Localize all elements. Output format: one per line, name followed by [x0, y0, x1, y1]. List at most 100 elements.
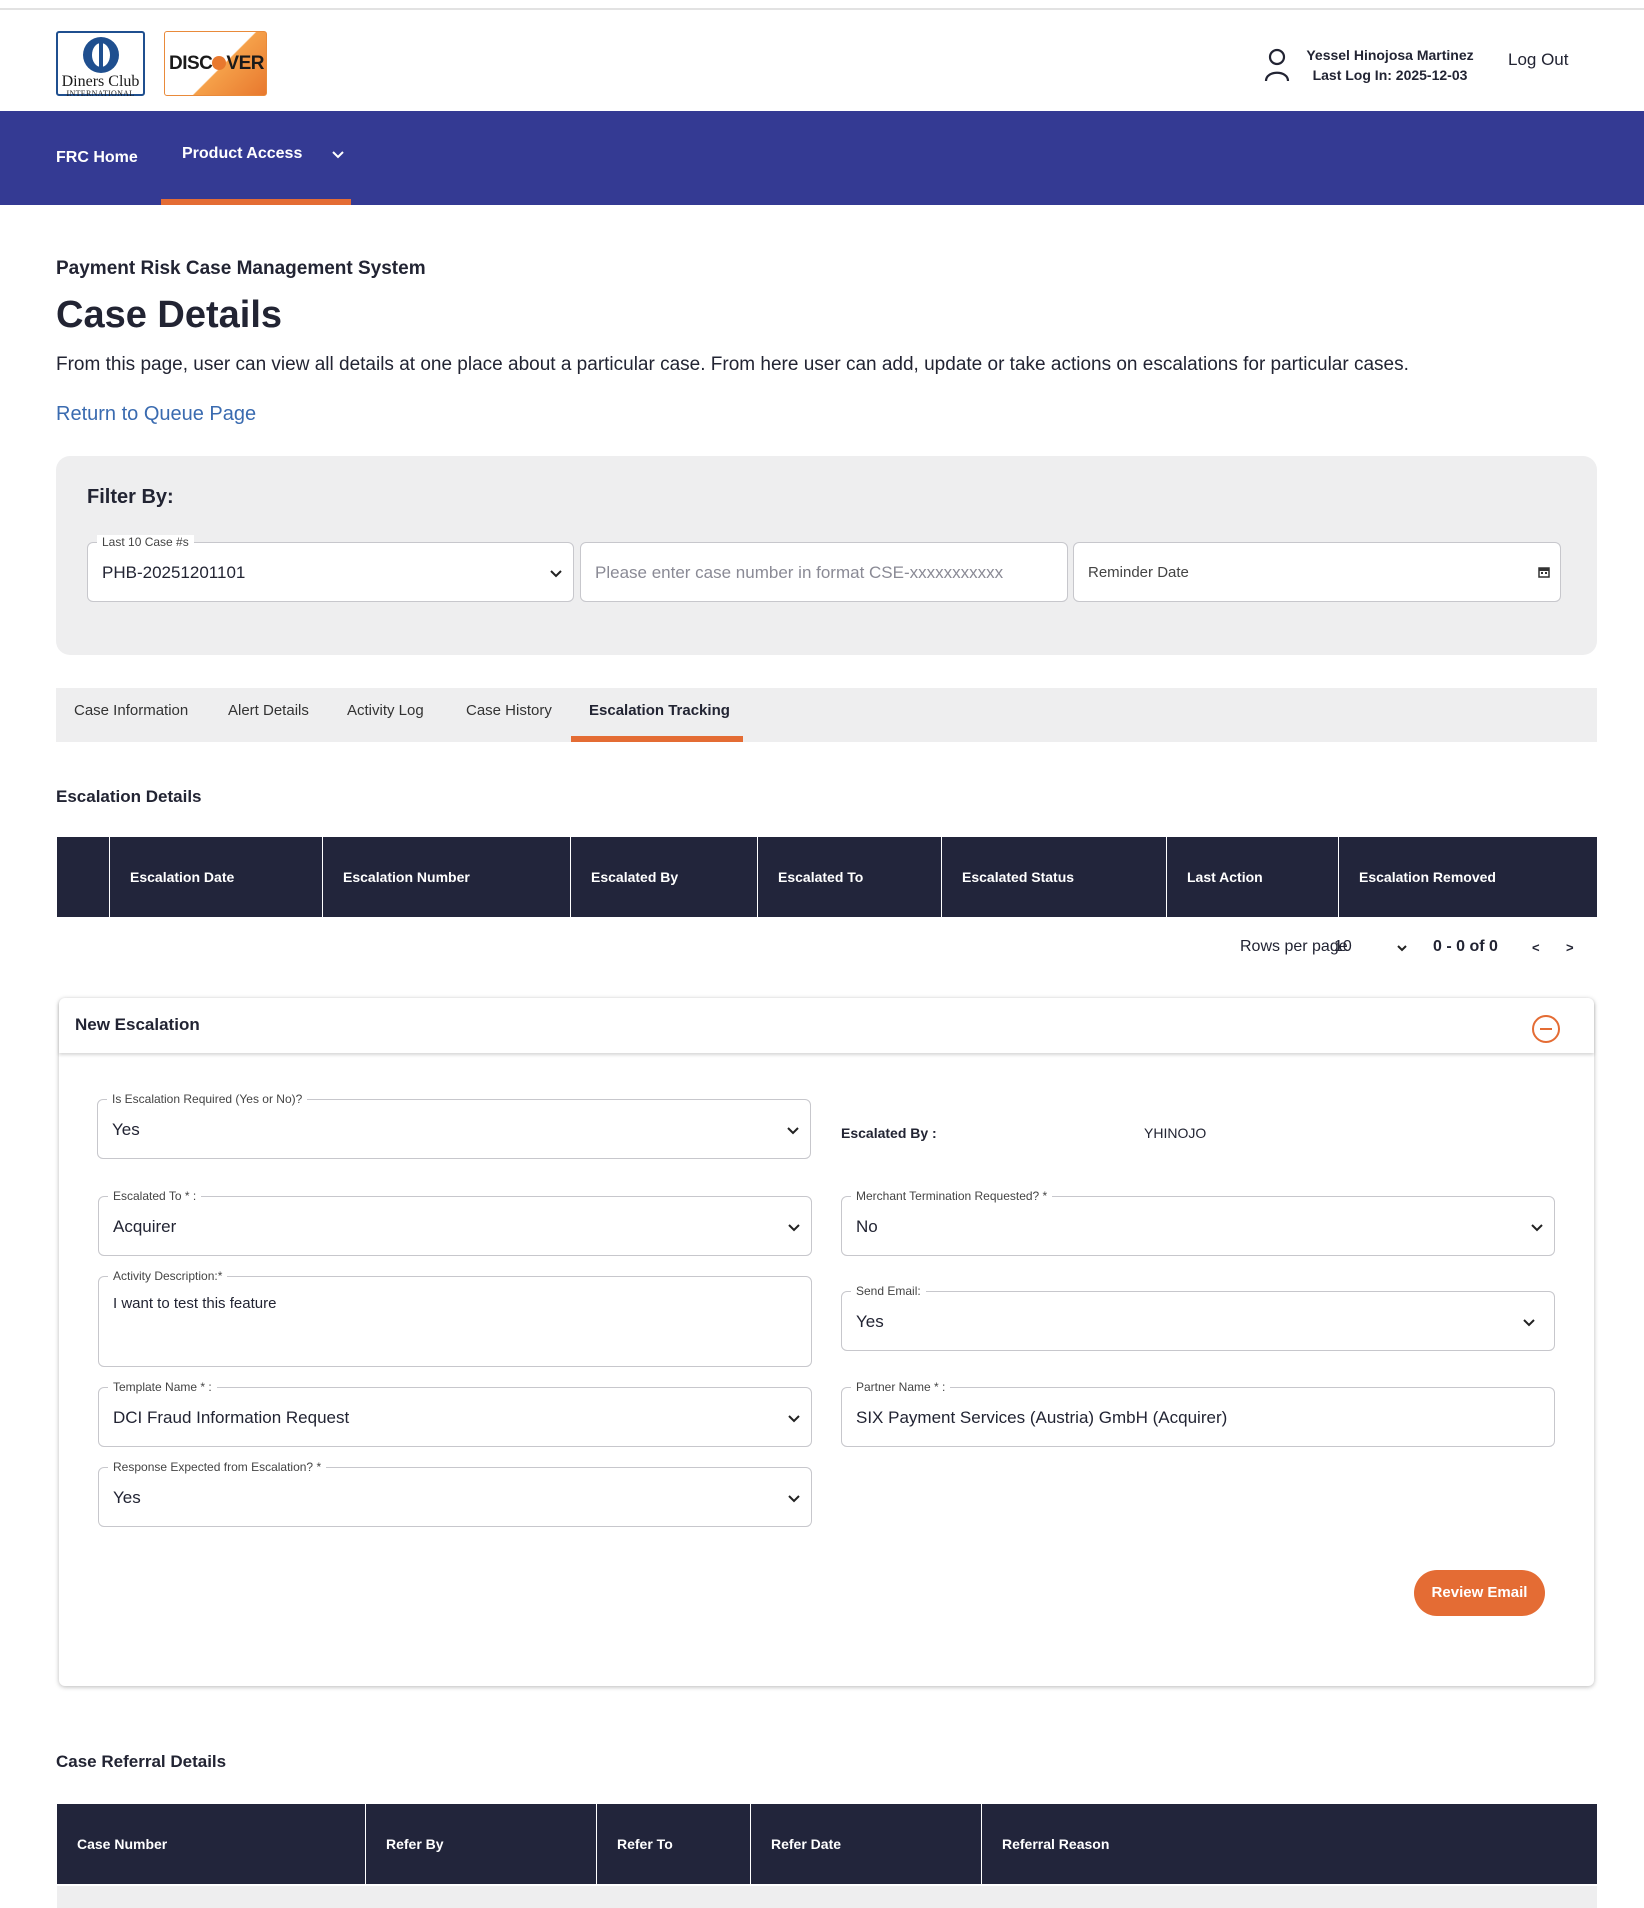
last-cases-value: PHB-20251201101	[102, 563, 246, 582]
column-header[interactable]: Refer To	[596, 1804, 750, 1884]
partner-name-label: Partner Name * :	[851, 1380, 951, 1394]
activity-description-textarea[interactable]: Activity Description:* I want to test th…	[98, 1269, 812, 1367]
nav-product-access[interactable]: Product Access	[161, 111, 351, 205]
column-header[interactable]: Last Action	[1166, 837, 1338, 917]
template-name-label: Template Name * :	[108, 1380, 217, 1394]
new-escalation-title: New Escalation	[75, 1015, 200, 1034]
filter-panel: Filter By: Last 10 Case #s PHB-202512011…	[56, 456, 1597, 655]
chevron-down-icon	[1523, 1319, 1535, 1327]
escalated-by-label: Escalated By :	[841, 1125, 937, 1141]
main-nav: FRC Home Product Access	[0, 111, 1644, 205]
select-column-header	[57, 837, 109, 917]
template-name-value: DCI Fraud Information Request	[113, 1408, 350, 1427]
template-name-select[interactable]: Template Name * : DCI Fraud Information …	[98, 1380, 812, 1447]
escalated-to-select[interactable]: Escalated To * : Acquirer	[98, 1189, 812, 1256]
page-title: Case Details	[56, 294, 283, 336]
reminder-date-input[interactable]: Reminder Date	[1073, 542, 1561, 602]
logout-link[interactable]: Log Out	[1508, 50, 1569, 70]
partner-name-input[interactable]: Partner Name * : SIX Payment Services (A…	[841, 1380, 1555, 1447]
case-tabs: Case Information Alert Details Activity …	[56, 688, 1597, 742]
user-info: Yessel Hinojosa Martinez Last Log In: 20…	[1300, 45, 1480, 85]
activity-description-label: Activity Description:*	[108, 1269, 228, 1283]
system-title: Payment Risk Case Management System	[56, 258, 426, 279]
case-number-placeholder: Please enter case number in format CSE-x…	[595, 563, 1004, 582]
prev-page-button[interactable]: <	[1532, 940, 1540, 955]
nav-frc-home[interactable]: FRC Home	[56, 149, 138, 167]
chevron-down-icon	[332, 151, 344, 159]
rows-per-page-label: Rows per page	[1240, 938, 1348, 955]
response-expected-value: Yes	[113, 1488, 141, 1507]
return-to-queue-link[interactable]: Return to Queue Page	[56, 403, 256, 426]
partner-name-value: SIX Payment Services (Austria) GmbH (Acq…	[856, 1408, 1228, 1427]
collapse-icon[interactable]	[1532, 1015, 1560, 1043]
diners-club-mark-icon	[82, 37, 119, 73]
page-description: From this page, user can view all detail…	[56, 354, 1409, 375]
merchant-termination-value: No	[856, 1217, 878, 1236]
table-row	[57, 1886, 1597, 1908]
escalation-required-value: Yes	[112, 1120, 140, 1139]
column-header[interactable]: Referral Reason	[981, 1804, 1597, 1884]
case-referral-title: Case Referral Details	[56, 1752, 227, 1771]
referral-table-header: Case Number Refer By Refer To Refer Date…	[57, 1804, 1597, 1884]
diners-logo-text: Diners Club	[61, 73, 140, 90]
column-header[interactable]: Escalation Date	[109, 837, 322, 917]
escalated-to-value: Acquirer	[113, 1217, 177, 1236]
chevron-down-icon	[788, 1415, 800, 1423]
escalation-details-title: Escalation Details	[56, 787, 202, 806]
diners-club-logo: Diners Club INTERNATIONAL	[56, 31, 145, 98]
chevron-down-icon	[550, 570, 562, 578]
send-email-value: Yes	[856, 1312, 884, 1331]
column-header[interactable]: Escalation Removed	[1338, 837, 1597, 917]
escalation-required-label: Is Escalation Required (Yes or No)?	[107, 1092, 308, 1106]
activity-description-value: I want to test this feature	[113, 1295, 277, 1312]
discover-dot-icon	[212, 56, 227, 70]
chevron-down-icon[interactable]	[1396, 942, 1408, 954]
column-header[interactable]: Escalated By	[570, 837, 757, 917]
user-icon	[1264, 48, 1290, 82]
page-range: 0 - 0 of 0	[1433, 938, 1498, 955]
diners-logo-subtext: INTERNATIONAL	[66, 89, 135, 98]
send-email-select[interactable]: Send Email: Yes	[841, 1284, 1555, 1351]
user-name: Yessel Hinojosa Martinez	[1306, 47, 1474, 63]
column-header[interactable]: Escalated Status	[941, 837, 1166, 917]
discover-logo-text: DISC VER	[169, 53, 264, 74]
send-email-label: Send Email:	[851, 1284, 926, 1298]
chevron-down-icon	[788, 1495, 800, 1503]
tab-escalation-tracking[interactable]: Escalation Tracking	[571, 688, 743, 742]
reminder-date-placeholder: Reminder Date	[1088, 564, 1189, 581]
escalated-by-value: YHINOJO	[1144, 1125, 1207, 1141]
column-header[interactable]: Refer By	[365, 1804, 596, 1884]
column-header[interactable]: Case Number	[57, 1804, 365, 1884]
rows-per-page-value[interactable]: 10	[1334, 938, 1352, 956]
nav-product-access-label: Product Access	[182, 145, 303, 162]
tab-activity-log[interactable]: Activity Log	[347, 688, 424, 742]
merchant-termination-label: Merchant Termination Requested? *	[851, 1189, 1053, 1203]
last-cases-label: Last 10 Case #s	[97, 535, 194, 549]
column-header[interactable]: Escalated To	[757, 837, 941, 917]
response-expected-select[interactable]: Response Expected from Escalation? * Yes	[98, 1460, 812, 1527]
app-header: Diners Club INTERNATIONAL DISC VER Yessel…	[0, 10, 1644, 111]
escalation-table-header: Escalation Date Escalation Number Escala…	[57, 837, 1597, 917]
case-number-input[interactable]: Please enter case number in format CSE-x…	[580, 542, 1068, 602]
chevron-down-icon	[788, 1224, 800, 1232]
next-page-button[interactable]: >	[1566, 940, 1574, 955]
column-header[interactable]: Refer Date	[750, 1804, 981, 1884]
tab-alert-details[interactable]: Alert Details	[228, 688, 309, 742]
merchant-termination-select[interactable]: Merchant Termination Requested? * No	[841, 1189, 1555, 1256]
chevron-down-icon	[787, 1127, 799, 1135]
escalated-to-label: Escalated To * :	[108, 1189, 202, 1203]
discover-logo: DISC VER	[164, 31, 267, 96]
calendar-icon[interactable]	[1538, 566, 1550, 578]
escalation-required-select[interactable]: Is Escalation Required (Yes or No)? Yes	[97, 1092, 811, 1159]
last-cases-select[interactable]: Last 10 Case #s PHB-20251201101	[87, 535, 574, 602]
tab-case-history[interactable]: Case History	[466, 688, 552, 742]
tab-case-information[interactable]: Case Information	[74, 688, 188, 742]
last-login: Last Log In: 2025-12-03	[1312, 67, 1468, 83]
review-email-button[interactable]: Review Email	[1414, 1570, 1545, 1616]
response-expected-label: Response Expected from Escalation? *	[108, 1460, 327, 1474]
new-escalation-header[interactable]: New Escalation	[59, 998, 1594, 1053]
new-escalation-card: New Escalation Is Escalation Required (Y…	[59, 998, 1594, 1686]
filter-title: Filter By:	[87, 486, 174, 508]
chevron-down-icon	[1531, 1224, 1543, 1232]
column-header[interactable]: Escalation Number	[322, 837, 570, 917]
